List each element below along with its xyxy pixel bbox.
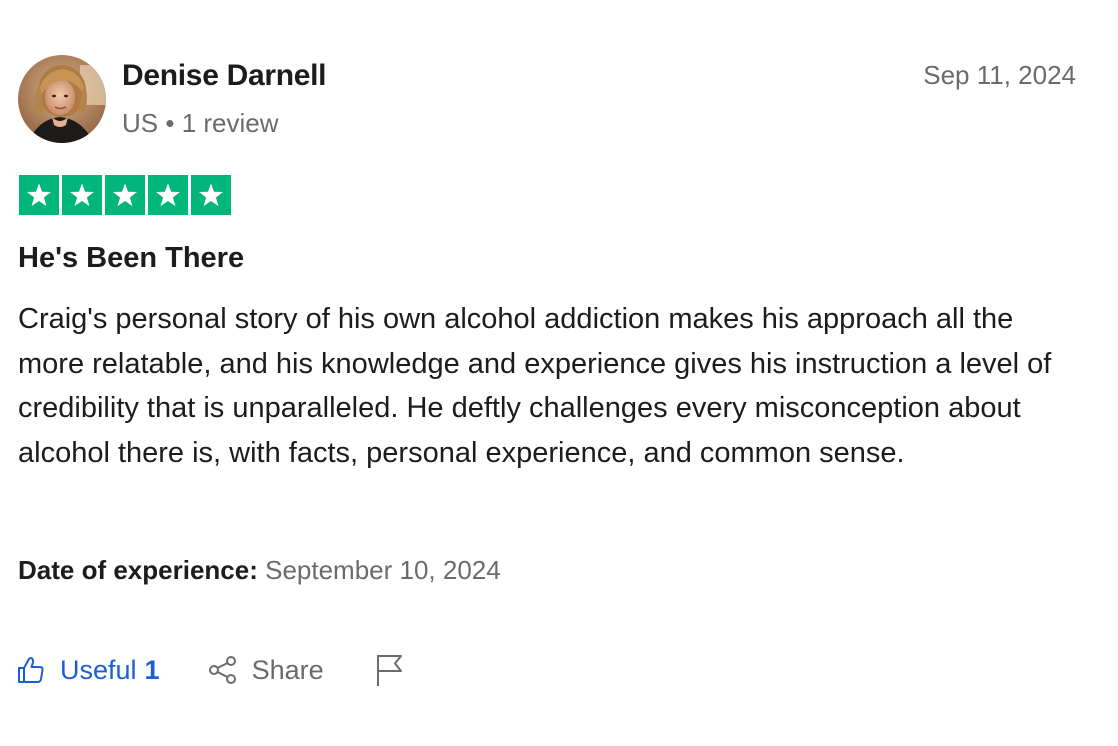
flag-icon	[374, 653, 404, 687]
review-card: Denise Darnell US • 1 review Sep 11, 202…	[0, 0, 1118, 746]
share-button[interactable]: Share	[208, 655, 324, 686]
reviewer-country: US	[122, 108, 159, 138]
share-icon	[208, 655, 238, 685]
star-icon	[62, 175, 102, 215]
useful-button[interactable]: Useful 1	[16, 655, 160, 686]
share-label: Share	[251, 654, 324, 685]
report-button[interactable]	[374, 653, 404, 687]
useful-label: Useful	[60, 654, 137, 685]
review-body: Craig's personal story of his own alcoho…	[18, 303, 1052, 469]
star-icon	[191, 175, 231, 215]
star-rating	[19, 175, 231, 215]
reviewer-review-count: 1 review	[181, 108, 279, 138]
avatar-image	[18, 55, 106, 143]
meta-separator: •	[165, 108, 175, 138]
star-icon	[105, 175, 145, 215]
review-date: Sep 11, 2024	[923, 60, 1076, 90]
star-icon	[148, 175, 188, 215]
thumbs-up-icon	[16, 655, 46, 685]
star-icon	[19, 175, 59, 215]
experience-date: September 10, 2024	[265, 555, 501, 585]
reviewer-meta: US • 1 review	[122, 108, 279, 139]
experience-label: Date of experience:	[18, 555, 258, 585]
useful-count: 1	[144, 654, 160, 685]
date-of-experience: Date of experience: September 10, 2024	[18, 555, 501, 586]
review-actions: Useful 1 Share	[16, 648, 404, 692]
review-title: He's Been There	[18, 242, 245, 274]
avatar[interactable]	[18, 55, 106, 143]
reviewer-name[interactable]: Denise Darnell	[122, 59, 327, 93]
